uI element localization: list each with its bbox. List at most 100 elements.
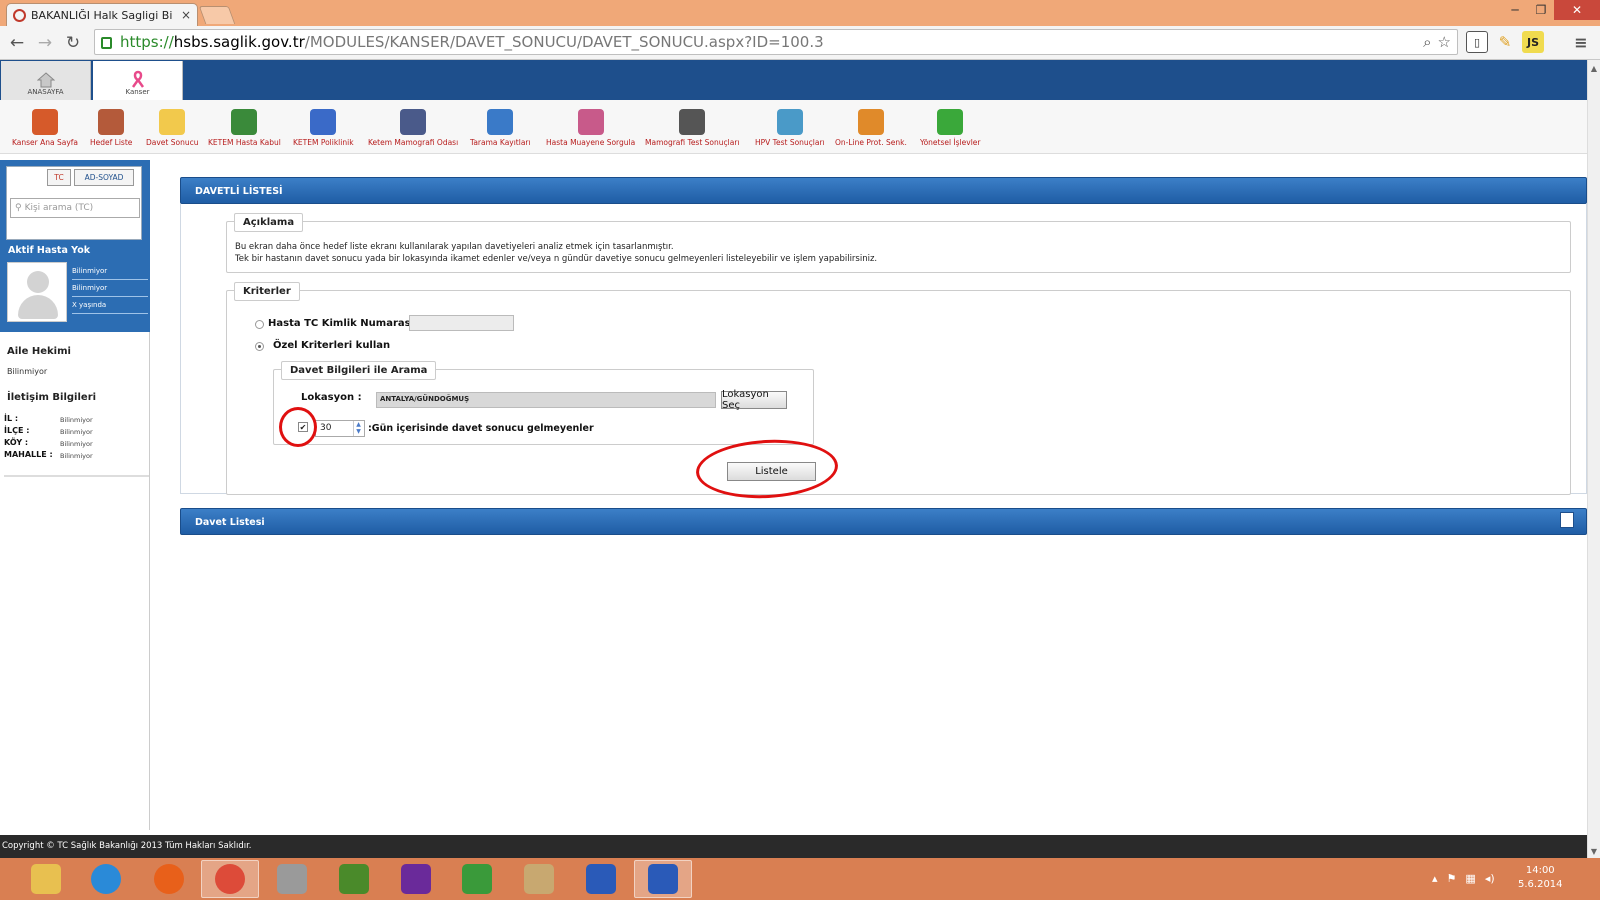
contact-ilce-value: Bilinmiyor xyxy=(60,428,93,436)
module-0[interactable]: Kanser Ana Sayfa xyxy=(12,109,78,147)
module-7[interactable]: Hasta Muayene Sorgula xyxy=(546,109,635,147)
edit-list-icon xyxy=(487,109,514,135)
scroll-down-icon[interactable]: ▼ xyxy=(1588,847,1600,856)
tray-volume-icon[interactable]: ◂) xyxy=(1485,872,1495,885)
chrome-icon xyxy=(215,864,245,894)
taskbar-button[interactable] xyxy=(77,860,135,898)
sidebar-divider xyxy=(4,475,149,477)
module-label: Mamografi Test Sonuçları xyxy=(645,138,740,147)
search-icon: ⚲ xyxy=(15,203,22,213)
url-host: hsbs.saglik.gov.tr xyxy=(173,33,305,51)
module-11[interactable]: Yönetsel İşlevler xyxy=(920,109,981,147)
scroll-up-icon[interactable]: ▲ xyxy=(1588,64,1600,73)
contact-title: İletişim Bilgileri xyxy=(7,392,97,403)
module-label: Davet Sonucu xyxy=(146,138,199,147)
tab-close-icon[interactable]: × xyxy=(181,8,191,22)
module-label: Yönetsel İşlevler xyxy=(920,138,981,147)
tray-network-icon[interactable]: ▦ xyxy=(1465,872,1475,885)
annotation-circle-checkbox xyxy=(279,407,317,447)
taskbar-button[interactable] xyxy=(448,860,506,898)
frog-app-icon xyxy=(339,864,369,894)
firefox-icon xyxy=(154,864,184,894)
radio-tc[interactable] xyxy=(255,320,264,329)
radio-ozel-kriter[interactable] xyxy=(255,342,264,351)
tc-kimlik-input[interactable] xyxy=(409,315,514,331)
tray-flag-icon[interactable]: ⚑ xyxy=(1447,872,1457,885)
browser-tab[interactable]: BAKANLIĞI Halk Sagligi Bi × xyxy=(6,3,198,26)
lokasyon-sec-button[interactable]: Lokasyon Seç xyxy=(721,389,787,411)
secure-lock-icon xyxy=(101,37,112,49)
contact-mahalle-key: MAHALLE : xyxy=(4,450,53,459)
patient-info-1: Bilinmiyor xyxy=(72,263,148,280)
stethoscope-icon xyxy=(310,109,337,135)
taskbar-button[interactable] xyxy=(325,860,383,898)
extension-js-icon[interactable]: JS xyxy=(1522,31,1544,53)
module-1[interactable]: Hedef Liste xyxy=(90,109,132,147)
taskbar-button[interactable] xyxy=(510,860,568,898)
url-scheme: https:// xyxy=(120,33,174,51)
module-5[interactable]: Ketem Mamografi Odası xyxy=(368,109,458,147)
tray-expand-icon[interactable]: ▴ xyxy=(1432,872,1438,885)
search-tab-ad-soyad[interactable]: AD-SOYAD xyxy=(74,169,134,186)
clock-date: 5.6.2014 xyxy=(1518,879,1563,890)
tab-kanser-label: Kanser xyxy=(125,88,150,96)
minimize-icon[interactable]: ─ xyxy=(1502,0,1528,20)
snipping-tool-icon xyxy=(277,864,307,894)
module-8[interactable]: Mamografi Test Sonuçları xyxy=(645,109,740,147)
browser-title-bar xyxy=(0,0,1600,26)
chart-app-icon xyxy=(462,864,492,894)
module-2[interactable]: Davet Sonucu xyxy=(146,109,198,147)
taskbar-button[interactable] xyxy=(387,860,445,898)
module-label: Hasta Muayene Sorgula xyxy=(546,138,636,147)
vertical-scrollbar[interactable]: ▲ ▼ xyxy=(1587,60,1600,860)
close-window-icon[interactable]: ✕ xyxy=(1554,0,1600,20)
module-3[interactable]: KETEM Hasta Kabul xyxy=(208,109,281,147)
tab-kanser[interactable]: Kanser xyxy=(93,61,183,100)
taskbar-button[interactable] xyxy=(572,860,630,898)
taskbar-button[interactable] xyxy=(634,860,692,898)
forward-icon[interactable]: → xyxy=(35,33,55,53)
xray-icon xyxy=(679,109,706,135)
module-label: Kanser Ana Sayfa xyxy=(12,138,79,147)
family-doctor-title: Aile Hekimi xyxy=(7,346,71,357)
monitor-icon xyxy=(400,109,427,135)
radio-ozel-kriter-label: Özel Kriterleri kullan xyxy=(273,340,391,351)
pink-ribbon-icon xyxy=(131,70,144,88)
module-label: On-Line Prot. Senk. xyxy=(835,138,907,147)
extension-bookmark-icon[interactable]: ▯ xyxy=(1466,31,1488,53)
footer: Copyright © TC Sağlık Bakanlığı 2013 Tüm… xyxy=(0,835,1587,858)
word-icon xyxy=(648,864,678,894)
export-list-icon[interactable] xyxy=(1560,512,1574,528)
module-9[interactable]: HPV Test Sonuçları xyxy=(755,109,825,147)
maximize-icon[interactable]: ❐ xyxy=(1528,0,1554,20)
clipboard-icon xyxy=(98,109,125,135)
zoom-icon[interactable]: ⌕ xyxy=(1423,33,1431,51)
patient-search-input[interactable]: ⚲ Kişi arama (TC) xyxy=(10,198,140,218)
module-label: KETEM Poliklinik xyxy=(293,138,354,147)
taskbar-clock[interactable]: 14:00 5.6.2014 xyxy=(1518,864,1563,892)
stepper-arrows-icon[interactable]: ▲ ▼ xyxy=(353,421,363,436)
app-header-bar xyxy=(0,60,1587,100)
sync-arrows-icon xyxy=(857,109,884,135)
search-tab-tc[interactable]: TC xyxy=(47,169,71,186)
tab-anasayfa[interactable]: ANASAYFA xyxy=(1,61,91,100)
taskbar-button[interactable] xyxy=(140,860,198,898)
extension-pencil-icon[interactable]: ✎ xyxy=(1494,31,1516,53)
module-4[interactable]: KETEM Poliklinik xyxy=(293,109,354,147)
back-icon[interactable]: ← xyxy=(7,33,27,53)
address-bar[interactable]: https:// hsbs.saglik.gov.tr /MODULES/KAN… xyxy=(94,29,1458,55)
taskbar-button[interactable] xyxy=(17,860,75,898)
lokasyon-input[interactable]: ANTALYA/GÜNDOĞMUŞ xyxy=(376,392,716,408)
module-label: Ketem Mamografi Odası xyxy=(368,138,459,147)
new-tab-button[interactable] xyxy=(198,6,236,24)
taskbar-button[interactable] xyxy=(263,860,321,898)
taskbar-button[interactable] xyxy=(201,860,259,898)
envelope-icon xyxy=(159,109,186,135)
chrome-menu-icon[interactable]: ≡ xyxy=(1570,31,1592,53)
module-10[interactable]: On-Line Prot. Senk. xyxy=(835,109,907,147)
module-6[interactable]: Tarama Kayıtları xyxy=(470,109,531,147)
bookmark-star-icon[interactable]: ☆ xyxy=(1438,33,1451,51)
reload-icon[interactable]: ↻ xyxy=(63,33,83,53)
patient-info-age: X yaşında xyxy=(72,297,148,314)
house-icon xyxy=(32,109,59,135)
